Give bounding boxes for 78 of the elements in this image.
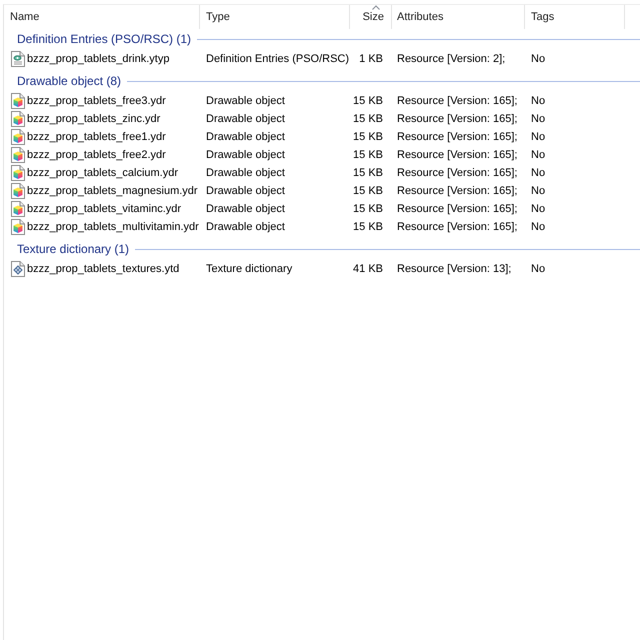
document-diamond-icon [11,261,25,277]
file-tags: No [525,110,625,128]
document-cube-icon [11,219,25,235]
file-type: Drawable object [205,184,286,199]
document-cube-icon [11,201,25,217]
file-type: Definition Entries (PSO/RSC) [205,52,350,67]
file-size: 15 KB [352,130,384,145]
file-size: 41 KB [352,262,384,277]
file-type: Drawable object [205,112,286,127]
file-name: bzzz_prop_tablets_vitaminc.ydr [27,202,182,217]
document-cube-icon [11,93,25,109]
file-row[interactable]: bzzz_prop_tablets_free1.ydr Drawable object 15 KB Resource [Version: 165]; No [4,128,640,146]
file-attributes: Resource [Version: 165]; [396,112,518,127]
column-header[interactable]: Tags [525,5,625,29]
file-name: bzzz_prop_tablets_magnesium.ydr [27,184,198,199]
document-lines-icon [11,51,25,67]
file-size: 15 KB [352,112,384,127]
file-size: 15 KB [352,220,384,235]
column-header[interactable]: Type [200,5,350,29]
file-tags: No [525,200,625,218]
file-name: bzzz_prop_tablets_calcium.ydr [27,166,178,181]
file-type: Drawable object [205,166,286,181]
group-title[interactable]: Drawable object (8) [17,72,122,90]
file-name: bzzz_prop_tablets_drink.ytyp [27,52,170,67]
column-header[interactable]: Name [4,5,200,29]
file-type: Drawable object [205,130,286,145]
document-cube-icon [11,129,25,145]
file-row[interactable]: bzzz_prop_tablets_textures.ytd Texture dictionary 41 KB Resource [Version: 13]; No [4,260,640,278]
file-type: Drawable object [205,202,286,217]
file-attributes: Resource [Version: 165]; [396,184,518,199]
file-tags: No [525,164,625,182]
file-tags: No [525,260,625,278]
document-cube-icon [11,165,25,181]
file-attributes: Resource [Version: 165]; [396,94,518,109]
file-name: bzzz_prop_tablets_multivitamin.ydr [27,220,199,235]
column-header[interactable]: Size [350,5,392,29]
file-row[interactable]: bzzz_prop_tablets_calcium.ydr Drawable object 15 KB Resource [Version: 165]; No [4,164,640,182]
file-name: bzzz_prop_tablets_free1.ydr [27,130,166,145]
file-type: Drawable object [205,220,286,235]
file-name: bzzz_prop_tablets_textures.ytd [27,262,180,277]
file-size: 15 KB [352,166,384,181]
document-cube-icon [11,147,25,163]
file-row[interactable]: bzzz_prop_tablets_multivitamin.ydr Drawable object 15 KB Resource [Version: 165]; No [4,218,640,236]
document-cube-icon [11,183,25,199]
file-row[interactable]: bzzz_prop_tablets_zinc.ydr Drawable object 15 KB Resource [Version: 165]; No [4,110,640,128]
file-type: Drawable object [205,94,286,109]
file-attributes: Resource [Version: 165]; [396,130,518,145]
file-attributes: Resource [Version: 165]; [396,166,518,181]
file-row[interactable]: bzzz_prop_tablets_free2.ydr Drawable object 15 KB Resource [Version: 165]; No [4,146,640,164]
file-attributes: Resource [Version: 165]; [396,202,518,217]
file-size: 1 KB [358,52,384,67]
column-header[interactable]: Attributes [392,5,525,29]
file-name: bzzz_prop_tablets_free3.ydr [27,94,166,109]
file-row[interactable]: bzzz_prop_tablets_drink.ytyp Definition Entries (PSO/RSC) 1 KB Resource [Version: 2]; No [4,50,640,68]
file-size: 15 KB [352,202,384,217]
file-tags: No [525,50,625,68]
file-size: 15 KB [352,94,384,109]
file-size: 15 KB [352,148,384,163]
file-type: Drawable object [205,148,286,163]
file-attributes: Resource [Version: 165]; [396,220,518,235]
file-row[interactable]: bzzz_prop_tablets_free3.ydr Drawable object 15 KB Resource [Version: 165]; No [4,92,640,110]
file-tags: No [525,182,625,200]
file-attributes: Resource [Version: 2]; [396,52,506,67]
file-tags: No [525,92,625,110]
group-title[interactable]: Definition Entries (PSO/RSC) (1) [17,30,192,48]
document-cube-icon [11,111,25,127]
file-attributes: Resource [Version: 165]; [396,148,518,163]
file-type: Texture dictionary [205,262,294,277]
file-row[interactable]: bzzz_prop_tablets_vitaminc.ydr Drawable object 15 KB Resource [Version: 165]; No [4,200,640,218]
file-size: 15 KB [352,184,384,199]
file-tags: No [525,128,625,146]
file-name: bzzz_prop_tablets_free2.ydr [27,148,166,163]
file-tags: No [525,146,625,164]
file-attributes: Resource [Version: 13]; [396,262,512,277]
file-tags: No [525,218,625,236]
file-name: bzzz_prop_tablets_zinc.ydr [27,112,160,127]
group-title[interactable]: Texture dictionary (1) [17,240,130,258]
file-row[interactable]: bzzz_prop_tablets_magnesium.ydr Drawable object 15 KB Resource [Version: 165]; No [4,182,640,200]
